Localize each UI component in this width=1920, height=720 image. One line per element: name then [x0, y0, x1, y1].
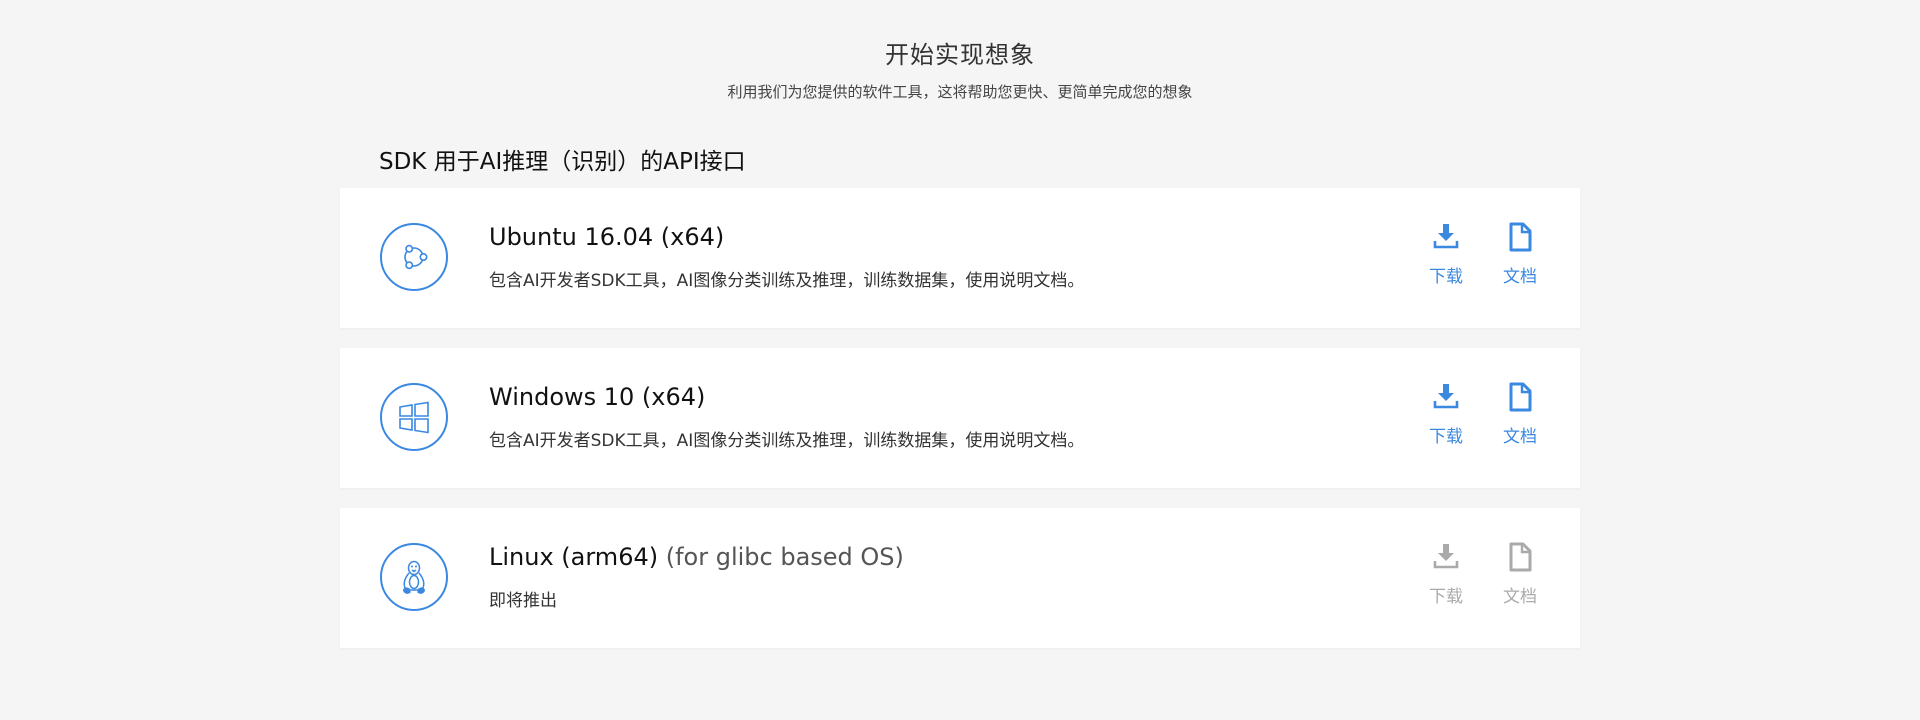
- docs-label: 文档: [1503, 267, 1537, 287]
- sdk-download-page: 开始实现想象 利用我们为您提供的软件工具，这将帮助您更快、更简单完成您的想象 S…: [0, 0, 1920, 720]
- sdk-description: 包含AI开发者SDK工具，AI图像分类训练及推理，训练数据集，使用说明文档。: [489, 271, 1085, 291]
- docs-label: 文档: [1503, 427, 1537, 447]
- section-title: SDK 用于AI推理（识别）的API接口: [379, 149, 746, 175]
- sdk-card-linux: Linux (arm64) (for glibc based OS) 即将推出 …: [340, 508, 1580, 648]
- sdk-card-ubuntu: Ubuntu 16.04 (x64) 包含AI开发者SDK工具，AI图像分类训练…: [340, 188, 1580, 328]
- download-button[interactable]: 下载: [1416, 382, 1476, 447]
- download-label: 下载: [1429, 587, 1463, 607]
- docs-button[interactable]: 文档: [1490, 222, 1550, 287]
- sdk-title-text: Linux (arm64): [489, 543, 659, 571]
- docs-label: 文档: [1503, 587, 1537, 607]
- sdk-title: Ubuntu 16.04 (x64): [489, 223, 724, 251]
- document-icon: [1490, 222, 1550, 256]
- sdk-title: Linux (arm64) (for glibc based OS): [489, 543, 904, 571]
- sdk-title-suffix: (for glibc based OS): [658, 543, 904, 571]
- docs-button-disabled: 文档: [1490, 542, 1550, 607]
- download-icon: [1416, 542, 1476, 576]
- download-icon: [1416, 382, 1476, 416]
- download-label: 下载: [1429, 267, 1463, 287]
- page-title: 开始实现想象: [885, 41, 1035, 69]
- download-label: 下载: [1429, 427, 1463, 447]
- document-icon: [1490, 382, 1550, 416]
- download-button-disabled: 下载: [1416, 542, 1476, 607]
- docs-button[interactable]: 文档: [1490, 382, 1550, 447]
- windows-icon: [380, 383, 448, 451]
- sdk-title-text: Ubuntu 16.04 (x64): [489, 223, 725, 251]
- download-icon: [1416, 222, 1476, 256]
- page-subtitle: 利用我们为您提供的软件工具，这将帮助您更快、更简单完成您的想象: [727, 83, 1193, 101]
- ubuntu-icon: [380, 223, 448, 291]
- sdk-status-coming-soon: 即将推出: [489, 591, 557, 611]
- sdk-title: Windows 10 (x64): [489, 383, 705, 411]
- sdk-card-windows: Windows 10 (x64) 包含AI开发者SDK工具，AI图像分类训练及推…: [340, 348, 1580, 488]
- document-icon: [1490, 542, 1550, 576]
- sdk-description: 包含AI开发者SDK工具，AI图像分类训练及推理，训练数据集，使用说明文档。: [489, 431, 1085, 451]
- download-button[interactable]: 下载: [1416, 222, 1476, 287]
- linux-tux-icon: [380, 543, 448, 611]
- sdk-title-text: Windows 10 (x64): [489, 383, 706, 411]
